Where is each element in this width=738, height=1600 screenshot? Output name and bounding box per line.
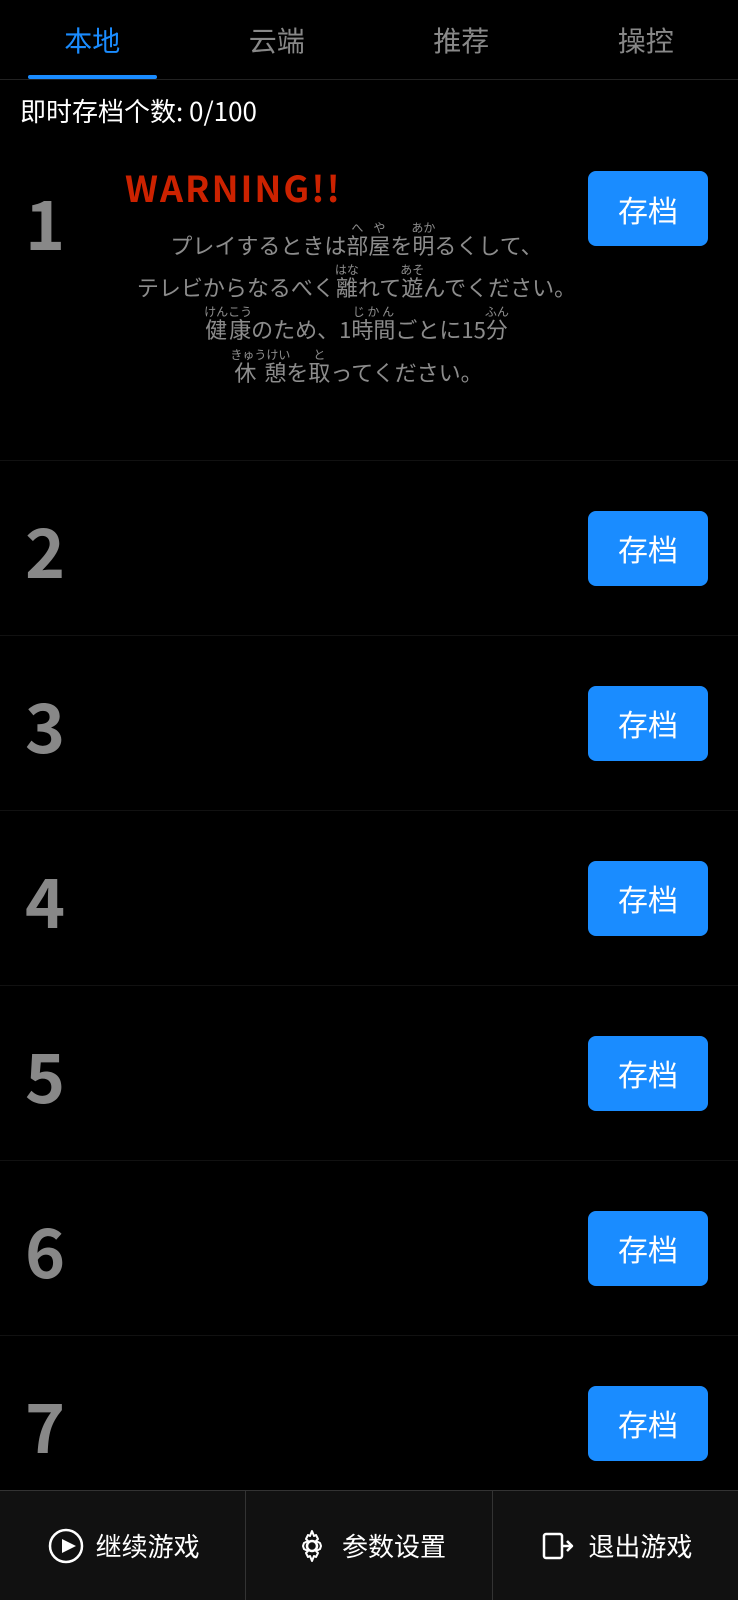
slot-item-3: 3 存档 <box>0 636 738 811</box>
tab-recommend[interactable]: 推荐 <box>369 0 554 79</box>
slot-number-5: 5 <box>25 1024 105 1123</box>
content-area: 1 WARNING!! プレイするときは部屋へやを明あかるくして、 テレビからな… <box>0 141 738 1499</box>
slot-number-1: 1 <box>25 171 105 270</box>
gear-icon <box>292 1526 332 1566</box>
exit-icon <box>538 1526 578 1566</box>
save-button-7[interactable]: 存档 <box>588 1386 708 1461</box>
continue-game-label: 继续游戏 <box>96 1527 200 1564</box>
slot-item-2: 2 存档 <box>0 461 738 636</box>
slots-container: 1 WARNING!! プレイするときは部屋へやを明あかるくして、 テレビからな… <box>0 141 738 1499</box>
save-button-5[interactable]: 存档 <box>588 1036 708 1111</box>
tab-control[interactable]: 操控 <box>554 0 738 79</box>
slot-number-3: 3 <box>25 674 105 773</box>
slot-1-content: WARNING!! プレイするときは部屋へやを明あかるくして、 テレビからなるべ… <box>105 161 588 390</box>
slot-item-4: 4 存档 <box>0 811 738 986</box>
exit-game-button[interactable]: 退出游戏 <box>493 1491 738 1600</box>
bottom-bar: 继续游戏 参数设置 退出游戏 <box>0 1490 738 1600</box>
save-button-1[interactable]: 存档 <box>588 171 708 246</box>
slot-item-1: 1 WARNING!! プレイするときは部屋へやを明あかるくして、 テレビからな… <box>0 141 738 461</box>
play-icon <box>46 1526 86 1566</box>
settings-button[interactable]: 参数设置 <box>246 1491 492 1600</box>
slot-number-7: 7 <box>25 1374 105 1473</box>
settings-label: 参数设置 <box>342 1527 446 1564</box>
nav-tabs: 本地 云端 推荐 操控 <box>0 0 738 80</box>
slot-item-5: 5 存档 <box>0 986 738 1161</box>
warning-text: プレイするときは部屋へやを明あかるくして、 テレビからなるべく離はなれて遊あそん… <box>125 221 588 390</box>
continue-game-button[interactable]: 继续游戏 <box>0 1491 246 1600</box>
slot-item-6: 6 存档 <box>0 1161 738 1336</box>
tab-cloud[interactable]: 云端 <box>185 0 370 79</box>
slot-item-7: 7 存档 <box>0 1336 738 1499</box>
warning-title: WARNING!! <box>125 161 588 213</box>
save-count-label: 即时存档个数: 0/100 <box>20 92 257 129</box>
save-count-bar: 即时存档个数: 0/100 <box>0 80 738 141</box>
exit-game-label: 退出游戏 <box>588 1527 692 1564</box>
slot-number-2: 2 <box>25 499 105 598</box>
save-button-2[interactable]: 存档 <box>588 511 708 586</box>
slot-number-4: 4 <box>25 849 105 948</box>
save-button-3[interactable]: 存档 <box>588 686 708 761</box>
tab-local[interactable]: 本地 <box>0 0 185 79</box>
slot-number-6: 6 <box>25 1199 105 1298</box>
save-button-6[interactable]: 存档 <box>588 1211 708 1286</box>
save-button-4[interactable]: 存档 <box>588 861 708 936</box>
